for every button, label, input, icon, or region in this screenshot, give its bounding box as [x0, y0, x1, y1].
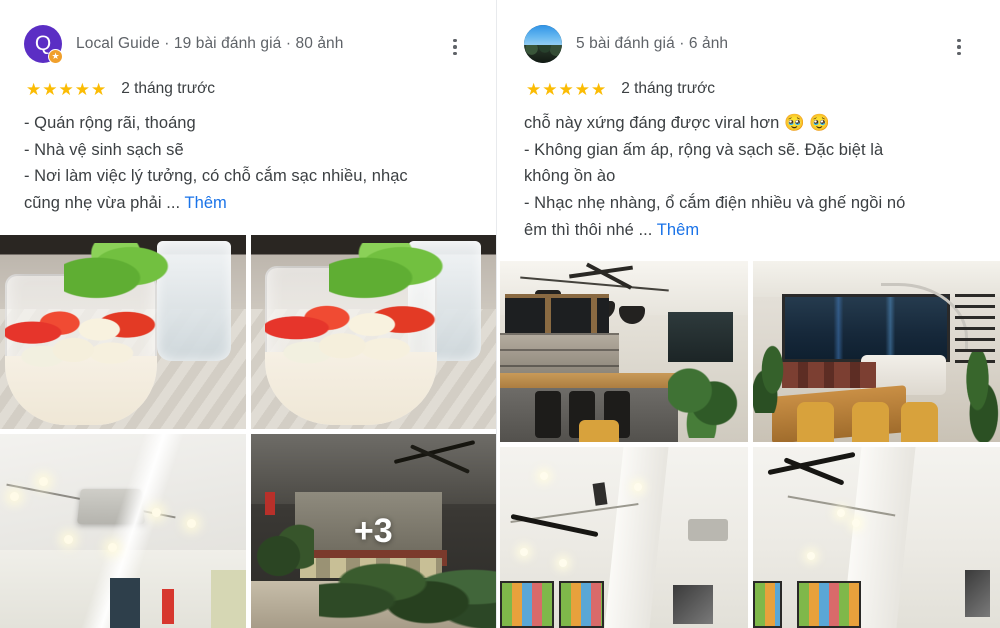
reviewer-row-left: Q ★ Local Guide · 19 bài đánh giá · 80 ả…: [24, 25, 478, 64]
show-more-link[interactable]: Thêm: [184, 194, 226, 212]
kebab-dot: [957, 38, 961, 43]
reviewer-row-right: 5 bài đánh giá · 6 ảnh: [524, 25, 982, 63]
rating-row-right: ★★★★★ 2 tháng trước: [524, 80, 982, 98]
show-more-link[interactable]: Thêm: [657, 221, 699, 239]
kebab-dot: [453, 38, 457, 43]
review-photo[interactable]: [500, 261, 748, 442]
avatar[interactable]: Q ★: [24, 25, 63, 64]
review-photo[interactable]: [752, 447, 1000, 628]
cafe-bar-photo: [500, 261, 748, 442]
avatar[interactable]: [524, 25, 562, 63]
lounge-table-photo: [752, 261, 1000, 442]
review-photo-with-count[interactable]: +3: [250, 434, 496, 628]
review-line: - Quán rộng rãi, thoáng: [24, 114, 196, 132]
review-line-text: êm thì thôi nhé ...: [524, 220, 653, 239]
photo-grid-left: +3: [0, 235, 496, 628]
kebab-dot: [453, 51, 457, 56]
kebab-dot: [957, 45, 961, 49]
ceiling-interior-photo: [0, 434, 246, 628]
kebab-dot: [453, 45, 457, 49]
review-line-last: cũng nhẹ vừa phải ... Thêm: [24, 190, 470, 217]
review-header-left: Q ★ Local Guide · 19 bài đánh giá · 80 ả…: [0, 0, 496, 98]
review-photo[interactable]: [500, 447, 748, 628]
review-text-left: - Quán rộng rãi, thoáng - Nhà vệ sinh sạ…: [0, 98, 496, 217]
review-timestamp: 2 tháng trước: [121, 80, 215, 97]
review-header-right: 5 bài đánh giá · 6 ảnh ★★★★★ 2 tháng trư…: [500, 0, 1000, 98]
more-photos-count: +3: [353, 511, 393, 550]
star-rating: ★★★★★: [26, 79, 108, 99]
review-line-last: êm thì thôi nhé ... Thêm: [524, 217, 974, 244]
review-line: - Nơi làm việc lý tưởng, có chỗ cắm sạc …: [24, 167, 408, 186]
review-line: không ồn ào: [524, 167, 616, 186]
kebab-dot: [957, 51, 961, 56]
review-line: chỗ này xứng đáng được viral hơn 🥹 🥹: [524, 114, 830, 132]
star-rating: ★★★★★: [526, 79, 608, 99]
white-hall-photo-2: [752, 447, 1000, 628]
review-card-left: Q ★ Local Guide · 19 bài đánh giá · 80 ả…: [0, 0, 496, 628]
review-timestamp: 2 tháng trước: [621, 80, 715, 97]
review-text-right: chỗ này xứng đáng được viral hơn 🥹 🥹 - K…: [500, 98, 1000, 244]
reviews-screenshot: Q ★ Local Guide · 19 bài đánh giá · 80 ả…: [0, 0, 1000, 628]
review-photo[interactable]: [752, 261, 1000, 442]
kebab-menu-icon[interactable]: [948, 36, 970, 58]
avatar-photo: [524, 25, 562, 63]
kebab-menu-icon[interactable]: [444, 36, 466, 58]
review-line: - Không gian ấm áp, rộng và sạch sẽ. Đặc…: [524, 140, 884, 159]
photo-grid-right: [500, 261, 1000, 628]
review-photo[interactable]: [0, 434, 246, 628]
dessert-photo-1: [0, 235, 246, 429]
review-photo[interactable]: [250, 235, 496, 429]
rating-row-left: ★★★★★ 2 tháng trước: [24, 80, 478, 98]
review-line: - Nhạc nhẹ nhàng, ổ cắm điện nhiều và gh…: [524, 194, 906, 213]
review-line-text: cũng nhẹ vừa phải ...: [24, 194, 181, 213]
reviewer-meta: Local Guide · 19 bài đánh giá · 80 ảnh: [76, 35, 344, 52]
white-hall-photo-1: [500, 447, 748, 628]
local-guide-badge-icon: ★: [48, 49, 63, 64]
review-line: - Nhà vệ sinh sạch sẽ: [24, 140, 184, 159]
review-card-right: 5 bài đánh giá · 6 ảnh ★★★★★ 2 tháng trư…: [500, 0, 1000, 628]
review-photo[interactable]: [0, 235, 246, 429]
dessert-photo-2: [250, 235, 496, 429]
reviewer-meta: 5 bài đánh giá · 6 ảnh: [576, 35, 729, 52]
